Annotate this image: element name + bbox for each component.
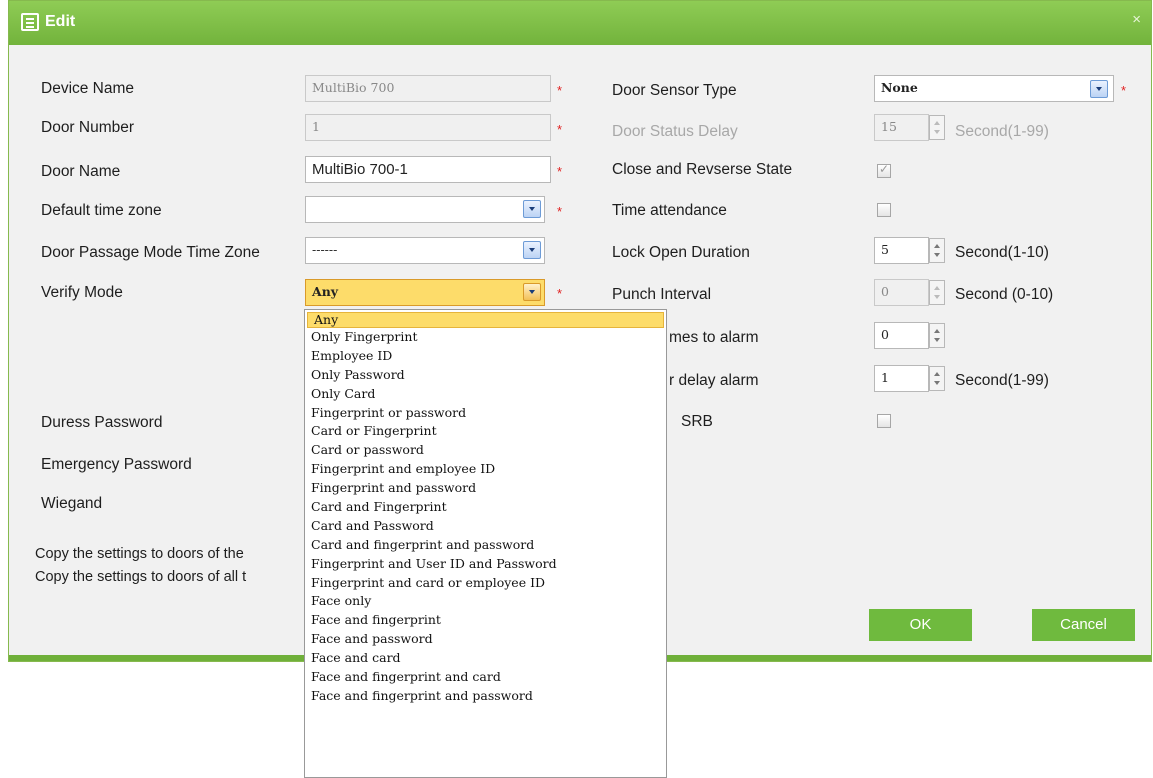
verify-mode-option[interactable]: Fingerprint and card or employee ID bbox=[305, 574, 666, 593]
required-marker: * bbox=[557, 286, 563, 301]
verify-mode-option[interactable]: Only Fingerprint bbox=[305, 328, 666, 347]
verify-mode-option[interactable]: Card or Fingerprint bbox=[305, 422, 666, 441]
lock-open-duration-unit: Second(1-10) bbox=[955, 244, 1049, 261]
door-name-field[interactable]: MultiBio 700-1 bbox=[305, 156, 551, 183]
door-status-delay-field[interactable]: 15 bbox=[874, 114, 929, 141]
verify-mode-option[interactable]: Fingerprint and password bbox=[305, 479, 666, 498]
times-to-alarm-field[interactable]: 0 bbox=[874, 322, 929, 349]
time-attendance-label: Time attendance bbox=[612, 202, 727, 219]
verify-mode-option[interactable]: Face and fingerprint and card bbox=[305, 668, 666, 687]
verify-mode-option[interactable]: Any bbox=[307, 312, 664, 328]
verify-mode-option[interactable]: Card or password bbox=[305, 441, 666, 460]
verify-mode-option[interactable]: Face only bbox=[305, 592, 666, 611]
emergency-password-label: Emergency Password bbox=[41, 456, 192, 473]
required-marker: * bbox=[557, 122, 563, 137]
ok-button[interactable]: OK bbox=[869, 609, 972, 641]
verify-mode-options-list[interactable]: Any Only Fingerprint Employee ID Only Passw… bbox=[304, 309, 667, 778]
dialog-title: Edit bbox=[45, 13, 76, 30]
verify-mode-option[interactable]: Only Password bbox=[305, 366, 666, 385]
verify-mode-option[interactable]: Face and password bbox=[305, 630, 666, 649]
close-reverse-checkbox[interactable] bbox=[877, 162, 891, 178]
verify-mode-option[interactable]: Face and fingerprint bbox=[305, 611, 666, 630]
chevron-down-icon[interactable] bbox=[1090, 80, 1108, 98]
passage-mode-select[interactable]: ------ bbox=[305, 237, 545, 264]
required-marker: * bbox=[557, 83, 563, 98]
delay-alarm-unit: Second(1-99) bbox=[955, 372, 1049, 389]
spinner-icon[interactable] bbox=[929, 115, 945, 140]
default-time-zone-label: Default time zone bbox=[41, 202, 162, 219]
door-status-delay-unit: Second(1-99) bbox=[955, 123, 1049, 140]
chevron-down-icon[interactable] bbox=[523, 241, 541, 259]
door-number-label: Door Number bbox=[41, 119, 135, 136]
door-name-label: Door Name bbox=[41, 163, 121, 180]
close-icon[interactable]: × bbox=[1132, 11, 1141, 28]
verify-mode-option[interactable]: Employee ID bbox=[305, 347, 666, 366]
close-reverse-label: Close and Revserse State bbox=[612, 161, 793, 178]
title-bar: Edit × bbox=[9, 1, 1151, 45]
verify-mode-option[interactable]: Only Card bbox=[305, 385, 666, 404]
srb-label: SRB bbox=[681, 413, 713, 430]
chevron-down-icon[interactable] bbox=[523, 283, 541, 301]
spinner-icon[interactable] bbox=[929, 280, 945, 305]
required-marker: * bbox=[1121, 83, 1127, 98]
required-marker: * bbox=[557, 204, 563, 219]
cancel-button[interactable]: Cancel bbox=[1032, 609, 1135, 641]
verify-mode-option[interactable]: Face and card bbox=[305, 649, 666, 668]
verify-mode-label: Verify Mode bbox=[41, 284, 123, 301]
required-marker: * bbox=[557, 164, 563, 179]
punch-interval-unit: Second (0-10) bbox=[955, 286, 1054, 303]
wiegand-label: Wiegand bbox=[41, 495, 103, 512]
spinner-icon[interactable] bbox=[929, 366, 945, 391]
verify-mode-option[interactable]: Fingerprint or password bbox=[305, 404, 666, 423]
passage-mode-label: Door Passage Mode Time Zone bbox=[41, 244, 260, 261]
verify-mode-option[interactable]: Card and fingerprint and password bbox=[305, 536, 666, 555]
verify-mode-select[interactable]: Any bbox=[305, 279, 545, 306]
door-sensor-type-select[interactable]: None bbox=[874, 75, 1114, 102]
verify-mode-option[interactable]: Card and Fingerprint bbox=[305, 498, 666, 517]
srb-checkbox[interactable] bbox=[877, 414, 891, 428]
device-name-label: Device Name bbox=[41, 80, 135, 97]
lock-open-duration-field[interactable]: 5 bbox=[874, 237, 929, 264]
verify-mode-option[interactable]: Card and Password bbox=[305, 517, 666, 536]
copy-all-devices-label[interactable]: Copy the settings to doors of all t bbox=[35, 569, 246, 585]
verify-mode-option[interactable]: Fingerprint and employee ID bbox=[305, 460, 666, 479]
delay-alarm-label: r delay alarm bbox=[669, 372, 759, 389]
door-sensor-type-label: Door Sensor Type bbox=[612, 82, 737, 99]
times-to-alarm-label: mes to alarm bbox=[669, 329, 759, 346]
duress-password-label: Duress Password bbox=[41, 414, 163, 431]
door-number-field[interactable]: 1 bbox=[305, 114, 551, 141]
device-name-field[interactable]: MultiBio 700 bbox=[305, 75, 551, 102]
time-attendance-checkbox[interactable] bbox=[877, 203, 891, 217]
lock-open-duration-label: Lock Open Duration bbox=[612, 244, 750, 261]
door-status-delay-label: Door Status Delay bbox=[612, 123, 738, 140]
verify-mode-option[interactable]: Fingerprint and User ID and Password bbox=[305, 555, 666, 574]
verify-mode-option[interactable]: Face and fingerprint and password bbox=[305, 687, 666, 706]
chevron-down-icon[interactable] bbox=[523, 200, 541, 218]
delay-alarm-field[interactable]: 1 bbox=[874, 365, 929, 392]
copy-same-device-label[interactable]: Copy the settings to doors of the bbox=[35, 546, 244, 562]
spinner-icon[interactable] bbox=[929, 238, 945, 263]
punch-interval-label: Punch Interval bbox=[612, 286, 712, 303]
spinner-icon[interactable] bbox=[929, 323, 945, 348]
edit-form-icon bbox=[21, 13, 39, 31]
default-time-zone-select[interactable] bbox=[305, 196, 545, 223]
punch-interval-field[interactable]: 0 bbox=[874, 279, 929, 306]
